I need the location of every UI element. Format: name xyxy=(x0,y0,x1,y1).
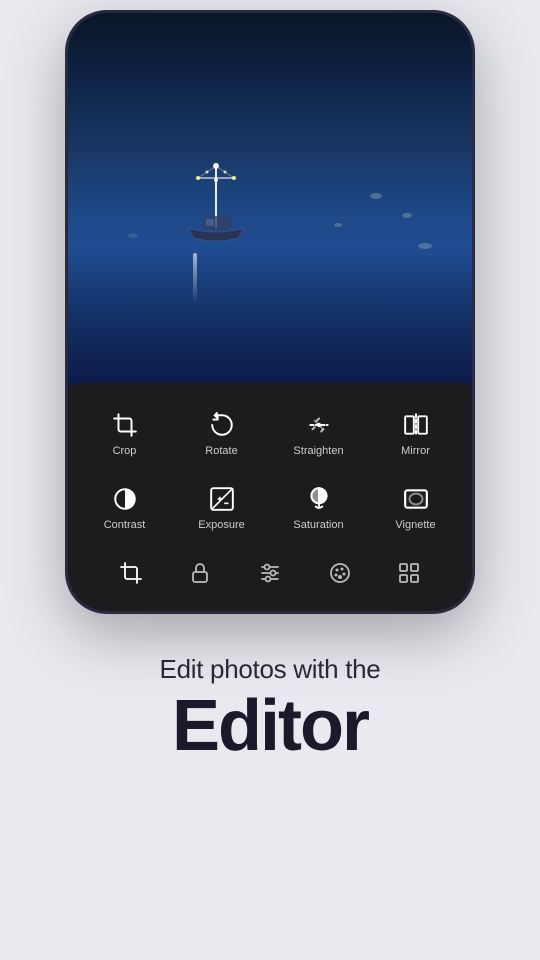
main-title-text: Editor xyxy=(160,689,381,765)
vignette-button[interactable]: Vignette xyxy=(369,475,462,541)
bottom-nav-bar xyxy=(76,547,464,603)
exposure-label: Exposure xyxy=(198,519,244,531)
contrast-label: Contrast xyxy=(104,519,146,531)
straighten-label: Straighten xyxy=(293,445,343,457)
contrast-icon xyxy=(111,485,139,513)
side-button-left xyxy=(65,193,67,253)
dot-boat-1 xyxy=(370,193,382,199)
crop-icon xyxy=(111,411,139,439)
phone-inner: Crop Rotate xyxy=(68,13,472,611)
saturation-button[interactable]: Saturation xyxy=(272,475,365,541)
editor-toolbar: Crop Rotate xyxy=(68,383,472,611)
bottom-text-section: Edit photos with the Editor xyxy=(120,654,421,765)
mirror-button[interactable]: Mirror xyxy=(369,401,462,467)
vignette-label: Vignette xyxy=(395,519,435,531)
dot-boat-5 xyxy=(128,233,138,238)
phone-mockup: Crop Rotate xyxy=(60,10,480,614)
exposure-icon xyxy=(208,485,236,513)
photo-area xyxy=(68,13,472,383)
rotate-button[interactable]: Rotate xyxy=(175,401,268,467)
dot-boat-3 xyxy=(334,223,342,227)
vignette-icon xyxy=(402,485,430,513)
boat-reflection xyxy=(193,253,197,303)
mirror-label: Mirror xyxy=(401,445,430,457)
crop-button[interactable]: Crop xyxy=(78,401,171,467)
straighten-icon xyxy=(305,411,333,439)
side-button-right xyxy=(473,213,475,293)
sliders-nav-icon[interactable] xyxy=(256,559,284,587)
toolbar-row-1: Crop Rotate xyxy=(76,399,464,469)
palette-nav-icon[interactable] xyxy=(326,559,354,587)
straighten-button[interactable]: Straighten xyxy=(272,401,365,467)
exposure-button[interactable]: Exposure xyxy=(175,475,268,541)
boat-container xyxy=(178,158,258,263)
dot-boat-4 xyxy=(418,243,432,249)
lock-nav-icon[interactable] xyxy=(186,559,214,587)
contrast-button[interactable]: Contrast xyxy=(78,475,171,541)
mirror-icon xyxy=(402,411,430,439)
grid-nav-icon[interactable] xyxy=(395,559,423,587)
crop-nav-icon[interactable] xyxy=(117,559,145,587)
saturation-icon xyxy=(305,485,333,513)
water-overlay xyxy=(68,183,472,383)
subtitle-text: Edit photos with the xyxy=(160,654,381,685)
phone-frame: Crop Rotate xyxy=(65,10,475,614)
dot-boat-2 xyxy=(402,213,412,218)
rotate-label: Rotate xyxy=(205,445,237,457)
rotate-icon xyxy=(208,411,236,439)
saturation-label: Saturation xyxy=(293,519,343,531)
toolbar-row-2: Contrast Exposure xyxy=(76,473,464,543)
crop-label: Crop xyxy=(113,445,137,457)
